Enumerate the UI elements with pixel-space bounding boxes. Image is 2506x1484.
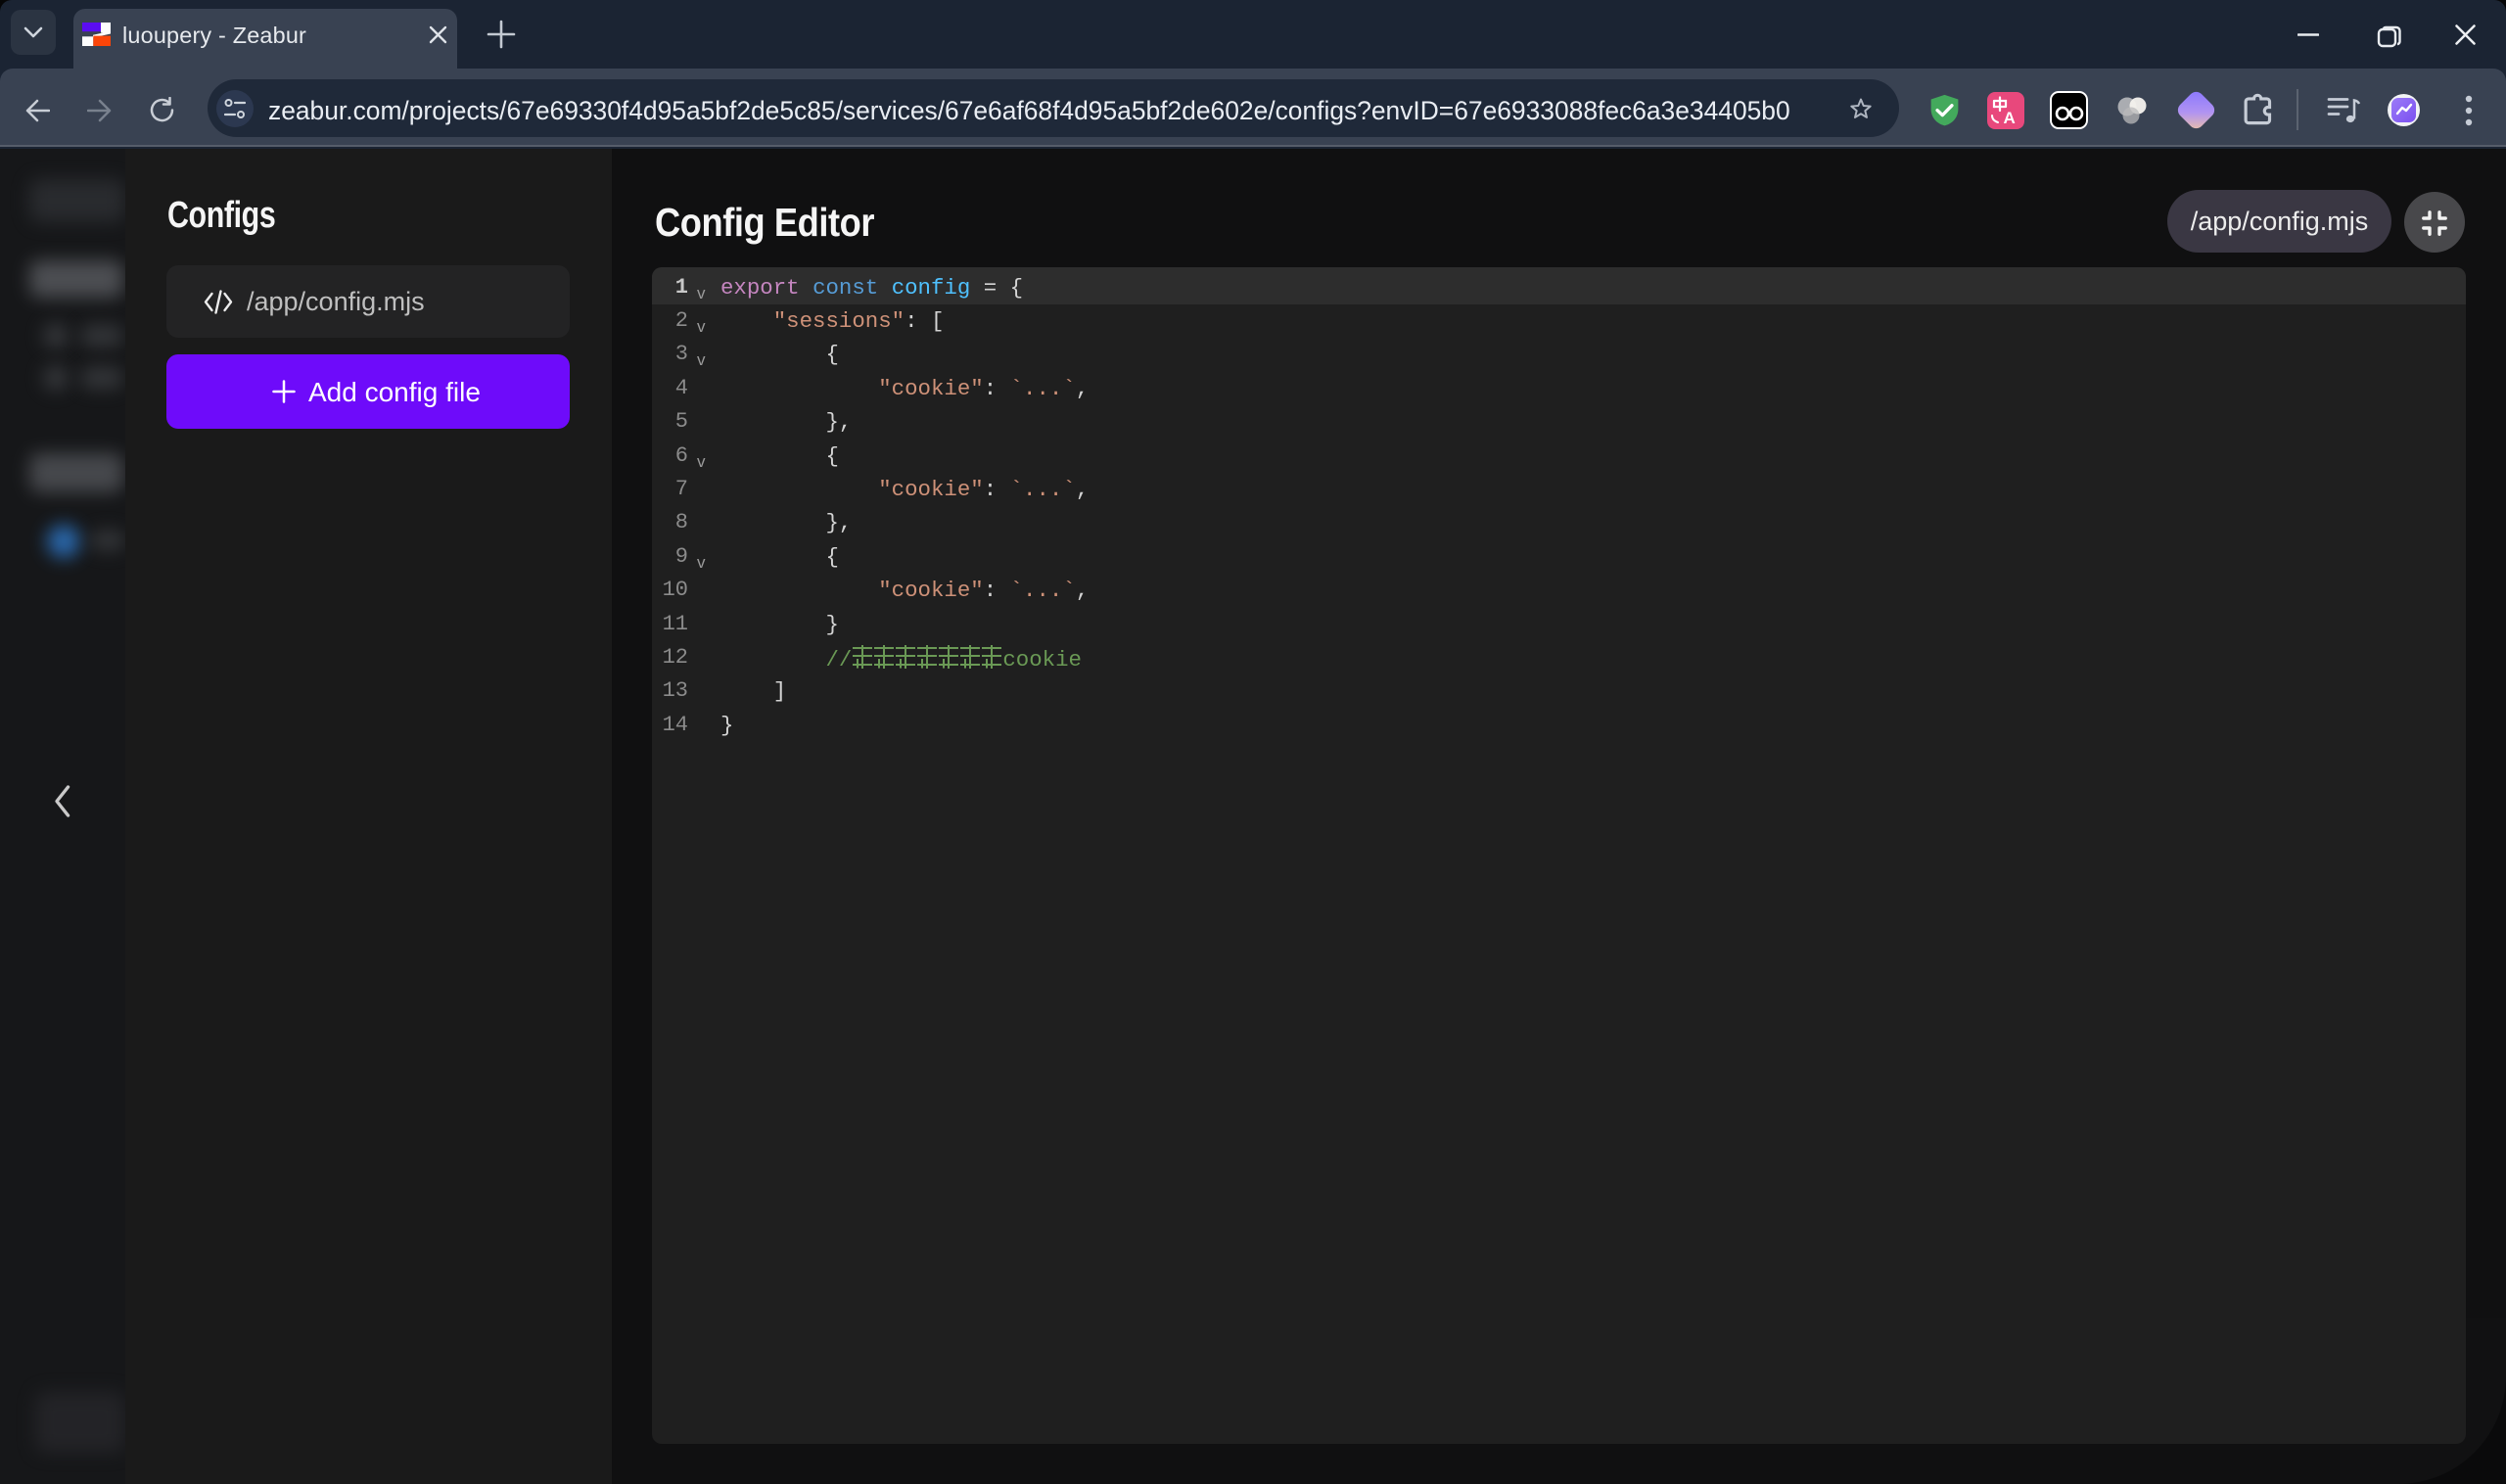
svg-text:A: A [2004, 109, 2016, 127]
